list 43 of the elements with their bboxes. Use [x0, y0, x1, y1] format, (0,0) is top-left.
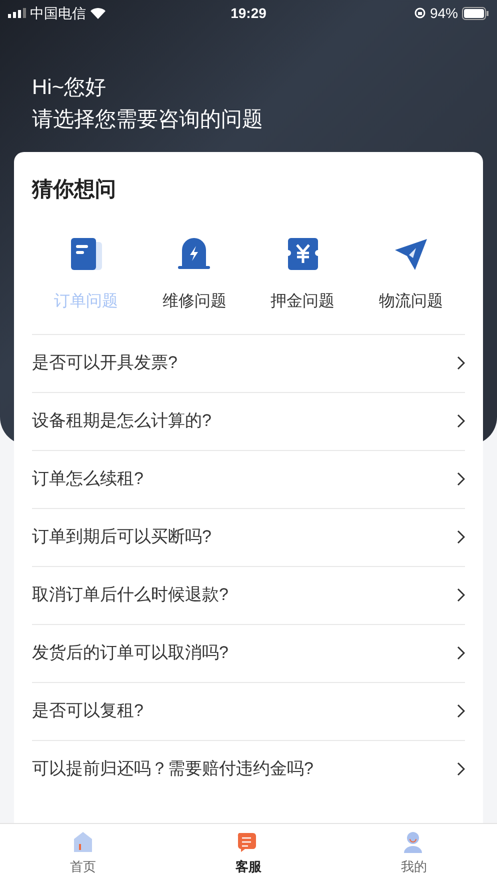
rotation-lock-icon — [414, 7, 426, 19]
battery-icon — [462, 6, 489, 20]
card-title: 猜你想问 — [32, 177, 117, 203]
chevron-right-icon — [457, 704, 465, 718]
chevron-right-icon — [457, 646, 465, 660]
chevron-right-icon — [457, 414, 465, 428]
question-row[interactable]: 是否可以复租? — [32, 682, 465, 740]
question-text: 设备租期是怎么计算的? — [32, 410, 212, 432]
chevron-right-icon — [457, 588, 465, 602]
question-row[interactable]: 订单到期后可以买断吗? — [32, 508, 465, 566]
chevron-right-icon — [457, 762, 465, 776]
subtitle-text: 请选择您需要咨询的问题 — [32, 107, 264, 133]
question-row[interactable]: 取消订单后什么时候退款? — [32, 566, 465, 624]
tab-bar-item[interactable]: 我的 — [331, 824, 497, 883]
clock-time: 19:29 — [230, 4, 268, 22]
chevron-right-icon — [457, 356, 465, 370]
house-icon — [72, 830, 94, 854]
question-text: 取消订单后什么时候退款? — [32, 584, 228, 606]
question-row[interactable]: 发货后的订单可以取消吗? — [32, 624, 465, 682]
chevron-right-icon — [457, 472, 465, 486]
question-row[interactable]: 订单怎么续租? — [32, 450, 465, 508]
tab-bar-item[interactable]: 客服 — [166, 824, 332, 883]
lightning-icon — [176, 236, 212, 272]
question-text: 发货后的订单可以取消吗? — [32, 642, 228, 664]
greeting-text: Hi~您好 — [32, 75, 108, 101]
question-row[interactable]: 可以提前归还吗？需要赔付违约金吗? — [32, 740, 465, 798]
signal-icon — [8, 8, 26, 18]
question-row[interactable]: 是否可以开具发票? — [32, 334, 465, 392]
battery-percentage: 94% — [430, 4, 458, 22]
tab-bar-item[interactable]: 首页 — [0, 824, 166, 883]
category-tab[interactable]: 押金问题 — [248, 236, 357, 314]
question-text: 是否可以复租? — [32, 700, 144, 722]
wifi-icon — [90, 7, 106, 19]
document-icon — [68, 236, 104, 272]
chevron-right-icon — [457, 530, 465, 544]
question-text: 订单到期后可以买断吗? — [32, 526, 212, 548]
question-text: 订单怎么续租? — [32, 468, 144, 490]
carrier-name: 中国电信 — [30, 4, 86, 22]
category-tab[interactable]: 维修问题 — [140, 236, 248, 314]
category-tab[interactable]: 物流问题 — [356, 236, 465, 314]
question-text: 是否可以开具发票? — [32, 352, 178, 374]
question-text: 可以提前归还吗？需要赔付违约金吗? — [32, 758, 314, 780]
question-row[interactable]: 设备租期是怎么计算的? — [32, 392, 465, 450]
